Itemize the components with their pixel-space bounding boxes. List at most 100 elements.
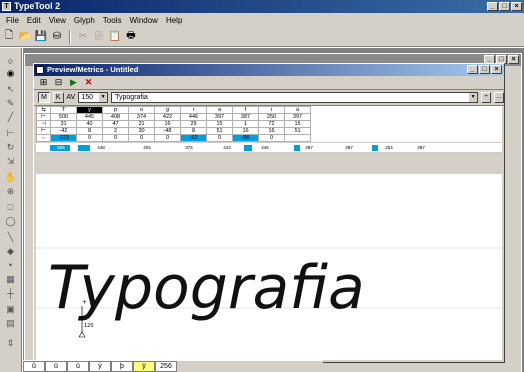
options-button[interactable]: … — [494, 92, 504, 103]
knife-tool-icon[interactable]: ╱ — [4, 112, 17, 123]
print-icon[interactable]: 🖶 — [124, 30, 138, 44]
pointer-tool-icon[interactable]: ↖ — [4, 84, 17, 95]
glyph-slot[interactable]: ÿ — [133, 361, 155, 372]
kern-cell[interactable]: 0 — [102, 134, 129, 142]
cancel-icon[interactable]: ✕ — [83, 77, 94, 88]
glyph-cell[interactable]: g — [154, 106, 181, 114]
layers-tool-icon[interactable]: ▤ — [4, 318, 17, 329]
metric-cell[interactable]: 16 — [154, 120, 181, 128]
metric-cell[interactable]: 29 — [180, 120, 207, 128]
metric-cell[interactable]: 500 — [50, 113, 77, 121]
glyph-cell[interactable]: T — [50, 106, 77, 114]
glyph-slot[interactable]: ü — [67, 361, 89, 372]
menu-edit[interactable]: Edit — [23, 16, 45, 25]
minimize-button[interactable]: _ — [487, 2, 498, 11]
circle-tool-icon[interactable]: ○ — [4, 56, 17, 67]
metric-cell[interactable]: 31 — [128, 120, 155, 128]
rect-tool-icon[interactable]: □ — [4, 202, 17, 213]
pen-tool-icon[interactable]: ✎ — [4, 98, 17, 109]
kerning-mode-button[interactable]: K — [52, 92, 64, 103]
menu-help[interactable]: Help — [162, 16, 186, 25]
kern-cell[interactable]: 0 — [206, 134, 233, 142]
fill-tool-icon[interactable]: ▣ — [4, 304, 17, 315]
menu-view[interactable]: View — [45, 16, 70, 25]
kern-cell[interactable]: -123 — [50, 134, 77, 142]
close-button[interactable]: × — [508, 55, 519, 64]
cut-icon[interactable]: ✂ — [76, 30, 90, 44]
close-button[interactable]: × — [491, 65, 502, 74]
close-button[interactable]: × — [511, 2, 522, 11]
preview-canvas[interactable]: Typografia + 120 — [36, 174, 502, 360]
metric-cell[interactable]: 47 — [102, 120, 129, 128]
point-tool-icon[interactable]: • — [4, 260, 17, 271]
metrics-mode-button[interactable]: M — [38, 92, 50, 103]
line-tool-icon[interactable]: ╲ — [4, 232, 17, 243]
kern-cell[interactable]: 0 — [128, 134, 155, 142]
kern-cell[interactable] — [284, 134, 311, 142]
minimize-button[interactable]: _ — [467, 65, 478, 74]
zoom-tool-icon[interactable]: ⊕ — [4, 186, 17, 197]
metric-cell[interactable]: 40 — [76, 120, 103, 128]
metric-cell[interactable]: 15 — [206, 120, 233, 128]
menu-tools[interactable]: Tools — [99, 16, 126, 25]
metric-cell[interactable]: 397 — [206, 113, 233, 121]
grid-tool-icon[interactable]: ▦ — [4, 274, 17, 285]
scale-tool-icon[interactable]: ⇲ — [4, 156, 17, 167]
save-icon[interactable]: 💾 — [34, 30, 48, 44]
metric-cell[interactable]: 8 — [180, 127, 207, 135]
kern-cell[interactable]: -52 — [180, 134, 207, 142]
new-file-icon[interactable]: 🗋 — [2, 30, 16, 44]
glyph-cell[interactable]: f — [232, 106, 259, 114]
rotate-tool-icon[interactable]: ↻ — [4, 142, 17, 153]
guide-tool-icon[interactable]: ┼ — [4, 288, 17, 299]
menu-window[interactable]: Window — [125, 16, 161, 25]
metric-cell[interactable]: 445 — [76, 113, 103, 121]
copy-icon[interactable]: ⎘ — [92, 30, 106, 44]
metric-cell[interactable]: 397 — [284, 113, 311, 121]
glyph-cell[interactable]: p — [102, 106, 129, 114]
kern-cell[interactable]: 0 — [258, 134, 285, 142]
metric-cell[interactable]: 31 — [50, 120, 77, 128]
glyph-slot[interactable]: þ — [111, 361, 133, 372]
metrics-open-icon[interactable]: ⊞ — [38, 77, 49, 88]
metric-cell[interactable]: -48 — [154, 127, 181, 135]
metric-cell[interactable]: 2 — [102, 127, 129, 135]
open-folder-icon[interactable]: 📂 — [18, 30, 32, 44]
kern-cell[interactable]: 0 — [76, 134, 103, 142]
spin-button[interactable]: ÷ — [481, 92, 492, 103]
metric-cell[interactable]: 422 — [154, 113, 181, 121]
kern-cell[interactable]: 0 — [154, 134, 181, 142]
glyph-slot[interactable]: ý — [89, 361, 111, 372]
menu-glyph[interactable]: Glyph — [70, 16, 99, 25]
handle-icon[interactable] — [78, 331, 86, 338]
node-tool-icon[interactable]: ◆ — [4, 246, 17, 257]
metric-cell[interactable]: 446 — [180, 113, 207, 121]
metrics-save-icon[interactable]: ⊟ — [53, 77, 64, 88]
metric-cell[interactable]: 16 — [258, 127, 285, 135]
kern-cell[interactable]: -56 — [232, 134, 259, 142]
glyph-cell[interactable]: i — [258, 106, 285, 114]
glyph-slot[interactable]: û — [23, 361, 45, 372]
metric-cell[interactable]: 408 — [102, 113, 129, 121]
maximize-button[interactable]: □ — [499, 2, 510, 11]
hand-tool-icon[interactable]: ✋ — [4, 172, 17, 183]
size-select[interactable]: 150 ▼ — [78, 92, 109, 103]
menu-file[interactable]: File — [2, 16, 23, 25]
metric-cell[interactable]: 374 — [128, 113, 155, 121]
glyph-cell[interactable]: r — [180, 106, 207, 114]
metric-cell[interactable]: 30 — [128, 127, 155, 135]
metric-cell[interactable]: 387 — [232, 113, 259, 121]
target-tool-icon[interactable]: ◉ — [4, 68, 17, 79]
metric-cell[interactable]: 250 — [258, 113, 285, 121]
ellipse-tool-icon[interactable]: ◯ — [4, 216, 17, 227]
glyph-slot[interactable]: ü — [45, 361, 67, 372]
measure-tool-icon[interactable]: ⊢ — [4, 128, 17, 139]
metric-cell[interactable]: 51 — [284, 127, 311, 135]
metric-cell[interactable]: 15 — [284, 120, 311, 128]
metric-cell[interactable]: -42 — [50, 127, 77, 135]
metric-cell[interactable]: 16 — [232, 127, 259, 135]
save-all-icon[interactable]: ⛁ — [50, 30, 64, 44]
glyph-cell-selected[interactable]: y — [76, 106, 103, 114]
maximize-button[interactable]: □ — [479, 65, 490, 74]
scroll-tool-icon[interactable]: ⇕ — [4, 338, 17, 349]
